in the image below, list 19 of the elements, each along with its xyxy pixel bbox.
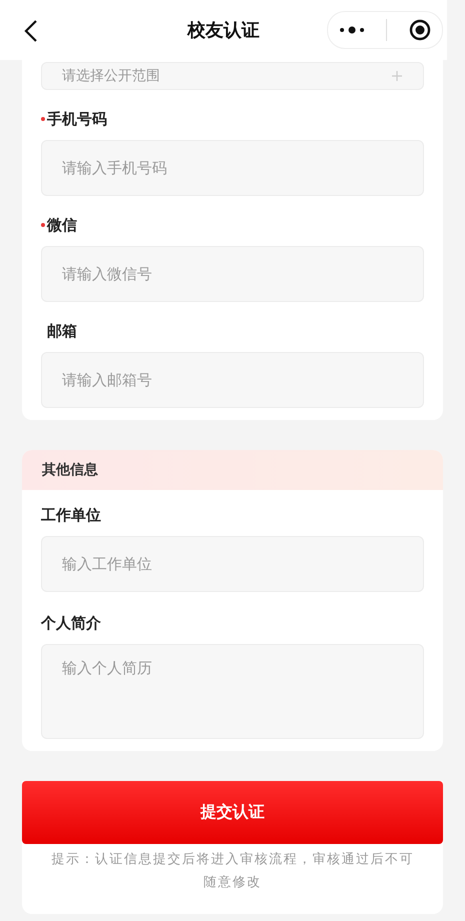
- submit-button[interactable]: 提交认证: [22, 781, 443, 844]
- text-area[interactable]: 输入个人简历: [41, 644, 424, 739]
- field-label: 邮箱: [47, 322, 77, 340]
- more-icon[interactable]: [338, 26, 365, 34]
- page-title: 校友认证: [186, 19, 260, 42]
- target-icon[interactable]: [409, 19, 432, 41]
- field-label: 个人简介: [41, 613, 102, 634]
- section-title: 其他信息: [42, 461, 98, 479]
- back-icon[interactable]: [24, 19, 38, 43]
- field-label: 工作单位: [41, 505, 102, 526]
- field-label: 微信: [47, 216, 77, 234]
- input-field[interactable]: 请输入手机号码: [41, 140, 424, 196]
- tip-text: 提示：认证信息提交后将进入审核流程，审核通过后不可随意修改: [50, 851, 415, 892]
- input-field[interactable]: 输入工作单位: [41, 536, 424, 592]
- field-label: 手机号码: [47, 110, 107, 128]
- input-field[interactable]: 请输入微信号: [41, 246, 424, 302]
- input-field[interactable]: 请输入邮箱号: [41, 352, 424, 408]
- plus-icon: [391, 70, 403, 82]
- select-field[interactable]: 请选择公开范围: [41, 62, 424, 90]
